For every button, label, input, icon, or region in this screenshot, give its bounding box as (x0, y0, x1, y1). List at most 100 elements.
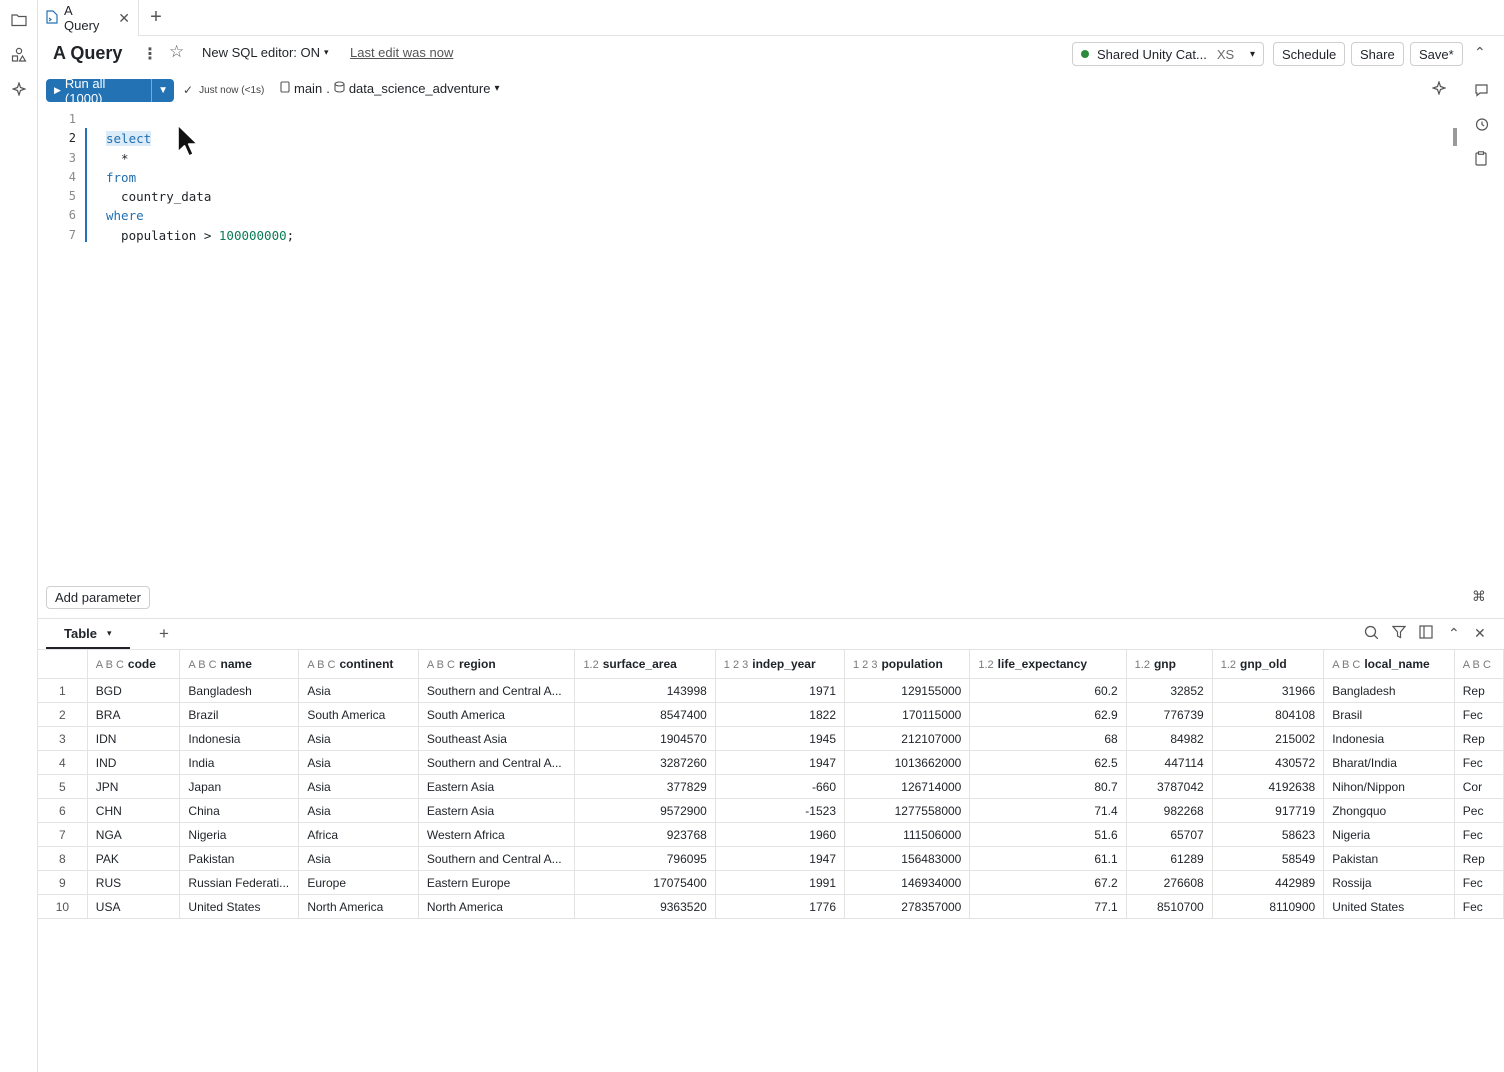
table-cell[interactable]: 61289 (1126, 846, 1213, 871)
table-cell[interactable]: 146934000 (844, 870, 971, 895)
table-cell[interactable]: CHN (87, 798, 181, 823)
table-cell[interactable]: 923768 (574, 822, 716, 847)
table-cell[interactable]: Southern and Central A... (418, 750, 576, 775)
column-header[interactable]: 1.2 gnp_old (1212, 649, 1325, 679)
table-cell[interactable]: 3287260 (574, 750, 716, 775)
table-cell[interactable]: 8110900 (1212, 894, 1325, 919)
page-title[interactable]: A Query (53, 43, 122, 64)
table-cell[interactable]: 62.5 (969, 750, 1127, 775)
table-cell[interactable]: 80.7 (969, 774, 1127, 799)
table-cell[interactable]: Japan (179, 774, 300, 799)
table-cell[interactable]: 129155000 (844, 678, 971, 703)
table-cell[interactable]: 156483000 (844, 846, 971, 871)
table-cell[interactable]: 126714000 (844, 774, 971, 799)
table-cell[interactable]: Africa (298, 822, 419, 847)
history-icon[interactable] (1471, 114, 1491, 134)
table-cell[interactable]: 9363520 (574, 894, 716, 919)
table-cell[interactable]: Eastern Asia (418, 774, 576, 799)
comment-icon[interactable] (1471, 80, 1491, 100)
assistant-sparkle-icon[interactable] (1431, 80, 1447, 98)
table-cell[interactable]: 1776 (715, 894, 846, 919)
table-cell[interactable]: Western Africa (418, 822, 576, 847)
table-cell[interactable]: Fec (1454, 702, 1504, 727)
table-cell[interactable]: Bharat/India (1323, 750, 1455, 775)
table-cell[interactable]: 31966 (1212, 678, 1325, 703)
table-cell[interactable]: 8547400 (574, 702, 716, 727)
table-row[interactable]: 1 BGD Bangladesh Asia Southern and Central A… (38, 678, 1504, 703)
table-cell[interactable]: 276608 (1126, 870, 1213, 895)
table-cell[interactable]: Nihon/Nippon (1323, 774, 1455, 799)
table-cell[interactable]: Asia (298, 774, 419, 799)
table-row[interactable]: 3 IDN Indonesia Asia Southeast Asia 1904570 19… (38, 726, 1504, 751)
table-cell[interactable]: 917719 (1212, 798, 1325, 823)
save-button[interactable]: Save* (1410, 42, 1463, 66)
close-icon[interactable]: ✕ (118, 10, 130, 27)
table-cell[interactable]: Rep (1454, 726, 1504, 751)
table-cell[interactable]: 170115000 (844, 702, 971, 727)
table-cell[interactable]: Southeast Asia (418, 726, 576, 751)
column-header[interactable]: A B Cregion (418, 649, 576, 679)
table-cell[interactable]: Brazil (179, 702, 300, 727)
tab-table[interactable]: Table ▾ (46, 619, 130, 649)
table-cell[interactable]: -660 (715, 774, 846, 799)
catalog-schema-selector[interactable]: main . data_science_adventure ▾ (280, 81, 500, 96)
table-cell[interactable]: India (179, 750, 300, 775)
table-cell[interactable]: Fec (1454, 894, 1504, 919)
column-header[interactable]: 1 2 3 indep_year (715, 649, 846, 679)
table-cell[interactable]: 278357000 (844, 894, 971, 919)
table-cell[interactable]: 1013662000 (844, 750, 971, 775)
column-header[interactable]: 1.2 life_expectancy (969, 649, 1127, 679)
table-row[interactable]: 7 NGA Nigeria Africa Western Africa 923768 196… (38, 822, 1504, 847)
table-cell[interactable]: Eastern Europe (418, 870, 576, 895)
table-cell[interactable]: Fec (1454, 870, 1504, 895)
table-cell[interactable]: 143998 (574, 678, 716, 703)
table-cell[interactable]: Asia (298, 798, 419, 823)
editor-toggle-dropdown[interactable]: New SQL editor: ON ▾ (196, 43, 335, 62)
table-cell[interactable]: BGD (87, 678, 181, 703)
table-cell[interactable]: 430572 (1212, 750, 1325, 775)
table-cell[interactable]: 61.1 (969, 846, 1127, 871)
table-cell[interactable]: Asia (298, 846, 419, 871)
add-visualization-icon[interactable]: + (159, 624, 169, 644)
table-cell[interactable]: Fec (1454, 822, 1504, 847)
shapes-icon[interactable] (9, 45, 29, 65)
table-cell[interactable]: 17075400 (574, 870, 716, 895)
table-cell[interactable]: Rossija (1323, 870, 1455, 895)
table-cell[interactable]: Pakistan (179, 846, 300, 871)
table-cell[interactable]: Rep (1454, 846, 1504, 871)
table-cell[interactable]: Fec (1454, 750, 1504, 775)
table-cell[interactable]: 51.6 (969, 822, 1127, 847)
table-cell[interactable]: North America (298, 894, 419, 919)
table-cell[interactable]: BRA (87, 702, 181, 727)
column-header[interactable]: A B Ccode (87, 649, 181, 679)
table-cell[interactable]: IND (87, 750, 181, 775)
column-header[interactable]: A B Ccontinent (298, 649, 419, 679)
table-cell[interactable]: Nigeria (179, 822, 300, 847)
table-cell[interactable]: Zhongquo (1323, 798, 1455, 823)
table-cell[interactable]: 58549 (1212, 846, 1325, 871)
table-cell[interactable]: Nigeria (1323, 822, 1455, 847)
more-options-icon[interactable]: ⋮ (142, 44, 158, 64)
table-cell[interactable]: Southern and Central A... (418, 846, 576, 871)
run-all-button[interactable]: ▶ Run all (1000) ▼ (46, 76, 174, 106)
table-cell[interactable]: IDN (87, 726, 181, 751)
add-tab-icon[interactable]: + (146, 7, 166, 27)
chevron-down-icon[interactable]: ▼ (152, 85, 174, 96)
table-cell[interactable]: 3787042 (1126, 774, 1213, 799)
table-cell[interactable]: 796095 (574, 846, 716, 871)
column-header[interactable]: A B Cname (179, 649, 300, 679)
table-cell[interactable]: United States (179, 894, 300, 919)
table-cell[interactable]: RUS (87, 870, 181, 895)
chevron-down-icon[interactable]: ▾ (107, 628, 112, 639)
warehouse-selector[interactable]: Shared Unity Cat... XS ▾ (1072, 42, 1264, 66)
last-edit-link[interactable]: Last edit was now (350, 45, 453, 60)
clipboard-icon[interactable] (1471, 148, 1491, 168)
table-row[interactable]: 2 BRA Brazil South America South America 8547… (38, 702, 1504, 727)
table-cell[interactable]: China (179, 798, 300, 823)
table-cell[interactable]: Cor (1454, 774, 1504, 799)
table-cell[interactable]: 1947 (715, 750, 846, 775)
chevron-up-icon[interactable]: ⌃ (1448, 625, 1460, 642)
table-cell[interactable]: North America (418, 894, 576, 919)
share-button[interactable]: Share (1351, 42, 1404, 66)
table-cell[interactable]: 1971 (715, 678, 846, 703)
